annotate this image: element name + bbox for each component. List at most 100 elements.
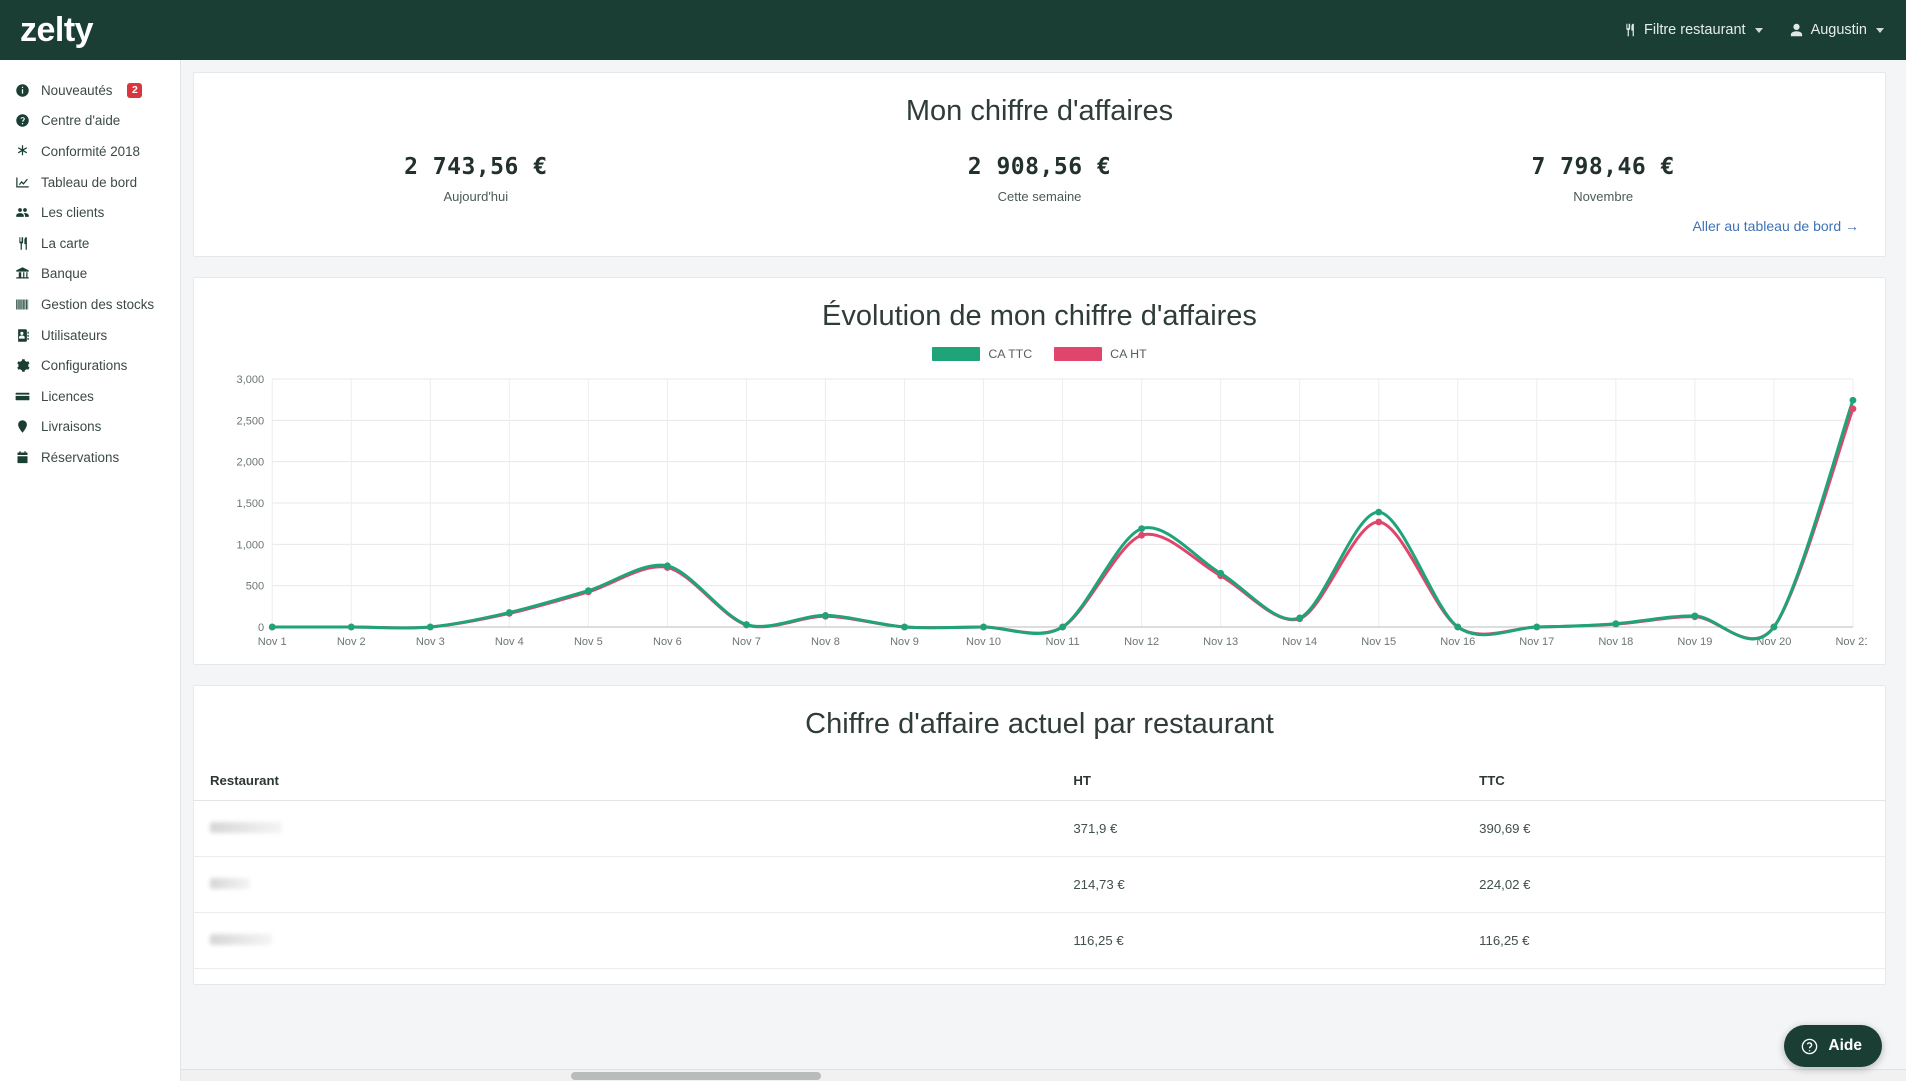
restaurant-filter-label: Filtre restaurant	[1644, 22, 1746, 38]
kpi-value: 2 743,56 €	[194, 154, 758, 180]
svg-text:Nov 11: Nov 11	[1045, 636, 1079, 648]
go-to-dashboard-link[interactable]: Aller au tableau de bord →	[1692, 218, 1859, 234]
map-marker-icon	[14, 419, 31, 435]
column-header-restaurant[interactable]: Restaurant	[194, 763, 1073, 801]
cell-ht: 214,73 €	[1073, 857, 1479, 913]
page-title: Mon chiffre d'affaires	[194, 73, 1885, 128]
sidebar-item-label: Livraisons	[41, 419, 101, 434]
svg-text:500: 500	[246, 581, 264, 593]
svg-text:Nov 14: Nov 14	[1282, 636, 1317, 648]
calendar-icon	[14, 449, 31, 465]
sidebar: Nouveautés 2 Centre d'aide Conformité 2018T…	[0, 60, 181, 1081]
kpi-item: 2 743,56 €Aujourd'hui	[194, 154, 758, 204]
table-row[interactable]: 116,25 €116,25 €	[194, 913, 1885, 969]
gear-icon	[14, 358, 31, 374]
sidebar-item-label: Centre d'aide	[41, 113, 120, 128]
svg-text:Nov 4: Nov 4	[495, 636, 524, 648]
svg-text:Nov 10: Nov 10	[966, 636, 1001, 648]
sidebar-item-label: La carte	[41, 236, 89, 251]
users-icon	[14, 205, 31, 221]
svg-text:Nov 17: Nov 17	[1519, 636, 1554, 648]
kpi-value: 7 798,46 €	[1321, 154, 1885, 180]
sidebar-item-r-servations[interactable]: Réservations	[0, 442, 180, 473]
table-row[interactable]: 214,73 €224,02 €	[194, 857, 1885, 913]
legend-item[interactable]: CA HT	[1054, 347, 1147, 361]
svg-text:1,000: 1,000	[237, 539, 265, 551]
barcode-icon	[14, 296, 31, 312]
sidebar-item-livraisons[interactable]: Livraisons	[0, 412, 180, 443]
column-header-ttc[interactable]: TTC	[1479, 763, 1885, 801]
scrollbar-thumb[interactable]	[571, 1072, 821, 1080]
line-chart-svg: 05001,0001,5002,0002,5003,000Nov 1Nov 2N…	[220, 369, 1867, 657]
svg-text:Nov 15: Nov 15	[1361, 636, 1396, 648]
kpi-item: 7 798,46 €Novembre	[1321, 154, 1885, 204]
cell-ttc: 116,25 €	[1479, 913, 1885, 969]
cell-ttc: 224,02 €	[1479, 857, 1885, 913]
app-logo[interactable]: zelty	[0, 11, 220, 50]
svg-text:Nov 13: Nov 13	[1203, 636, 1238, 648]
sidebar-item-label: Licences	[41, 389, 94, 404]
svg-text:Nov 18: Nov 18	[1598, 636, 1633, 648]
sidebar-item-configurations[interactable]: Configurations	[0, 350, 180, 381]
horizontal-scrollbar[interactable]	[181, 1069, 1906, 1081]
sidebar-item-label: Les clients	[41, 205, 104, 220]
chevron-down-icon	[1876, 28, 1884, 33]
user-menu-label: Augustin	[1811, 22, 1867, 38]
svg-text:Nov 1: Nov 1	[258, 636, 287, 648]
cutlery-icon	[14, 235, 31, 251]
sidebar-item-centre-d-aide[interactable]: Centre d'aide	[0, 106, 180, 137]
cell-restaurant-name	[194, 801, 1073, 857]
legend-label: CA TTC	[988, 347, 1032, 361]
help-button-label: Aide	[1828, 1037, 1862, 1055]
sidebar-item-licences[interactable]: Licences	[0, 381, 180, 412]
svg-text:Nov 16: Nov 16	[1440, 636, 1475, 648]
cell-restaurant-name	[194, 913, 1073, 969]
chart-plot-area[interactable]: 05001,0001,5002,0002,5003,000Nov 1Nov 2N…	[220, 369, 1867, 657]
sidebar-item-label: Nouveautés	[41, 83, 112, 98]
restaurant-filter-menu[interactable]: Filtre restaurant	[1622, 22, 1763, 38]
table-header-row: Restaurant HT TTC	[194, 763, 1885, 801]
redacted-restaurant-name	[210, 934, 272, 945]
sidebar-item-les-clients[interactable]: Les clients	[0, 197, 180, 228]
info-icon	[14, 82, 31, 98]
svg-text:Nov 21: Nov 21	[1835, 636, 1867, 648]
legend-item[interactable]: CA TTC	[932, 347, 1032, 361]
sidebar-item-utilisateurs[interactable]: Utilisateurs	[0, 320, 180, 351]
asterisk-icon	[14, 143, 31, 159]
main-content: Mon chiffre d'affaires 2 743,56 €Aujourd…	[181, 60, 1906, 1081]
svg-text:1,500: 1,500	[237, 498, 265, 510]
cutlery-icon	[1622, 22, 1637, 38]
sidebar-item-label: Gestion des stocks	[41, 297, 154, 312]
legend-swatch-icon	[1054, 347, 1102, 361]
svg-text:0: 0	[258, 622, 264, 634]
kpi-row: 2 743,56 €Aujourd'hui2 908,56 €Cette sem…	[194, 154, 1885, 204]
redacted-restaurant-name	[210, 822, 282, 833]
sidebar-item-nouveaut-s[interactable]: Nouveautés 2	[0, 75, 180, 106]
user-menu[interactable]: Augustin	[1789, 22, 1884, 38]
sidebar-item-conformit-2018[interactable]: Conformité 2018	[0, 136, 180, 167]
column-header-ht[interactable]: HT	[1073, 763, 1479, 801]
sidebar-item-badge: 2	[127, 83, 142, 98]
sidebar-item-gestion-des-stocks[interactable]: Gestion des stocks	[0, 289, 180, 320]
question-circle-icon	[1800, 1037, 1819, 1056]
sidebar-item-tableau-de-bord[interactable]: Tableau de bord	[0, 167, 180, 198]
svg-text:2,000: 2,000	[237, 457, 265, 469]
sidebar-item-label: Réservations	[41, 450, 119, 465]
cell-ht: 371,9 €	[1073, 801, 1479, 857]
svg-text:Nov 12: Nov 12	[1124, 636, 1159, 648]
sidebar-item-la-carte[interactable]: La carte	[0, 228, 180, 259]
credit-card-icon	[14, 388, 31, 404]
table-body: 371,9 €390,69 €214,73 €224,02 €116,25 €1…	[194, 801, 1885, 969]
kpi-value: 2 908,56 €	[758, 154, 1322, 180]
help-button[interactable]: Aide	[1784, 1025, 1882, 1067]
chart-line-icon	[14, 174, 31, 190]
cell-restaurant-name	[194, 857, 1073, 913]
cell-ttc: 390,69 €	[1479, 801, 1885, 857]
redacted-restaurant-name	[210, 878, 250, 889]
svg-text:Nov 7: Nov 7	[732, 636, 761, 648]
sidebar-item-banque[interactable]: Banque	[0, 259, 180, 290]
user-icon	[1789, 22, 1804, 38]
chart-legend: CA TTC CA HT	[194, 347, 1885, 361]
kpi-item: 2 908,56 €Cette semaine	[758, 154, 1322, 204]
table-row[interactable]: 371,9 €390,69 €	[194, 801, 1885, 857]
